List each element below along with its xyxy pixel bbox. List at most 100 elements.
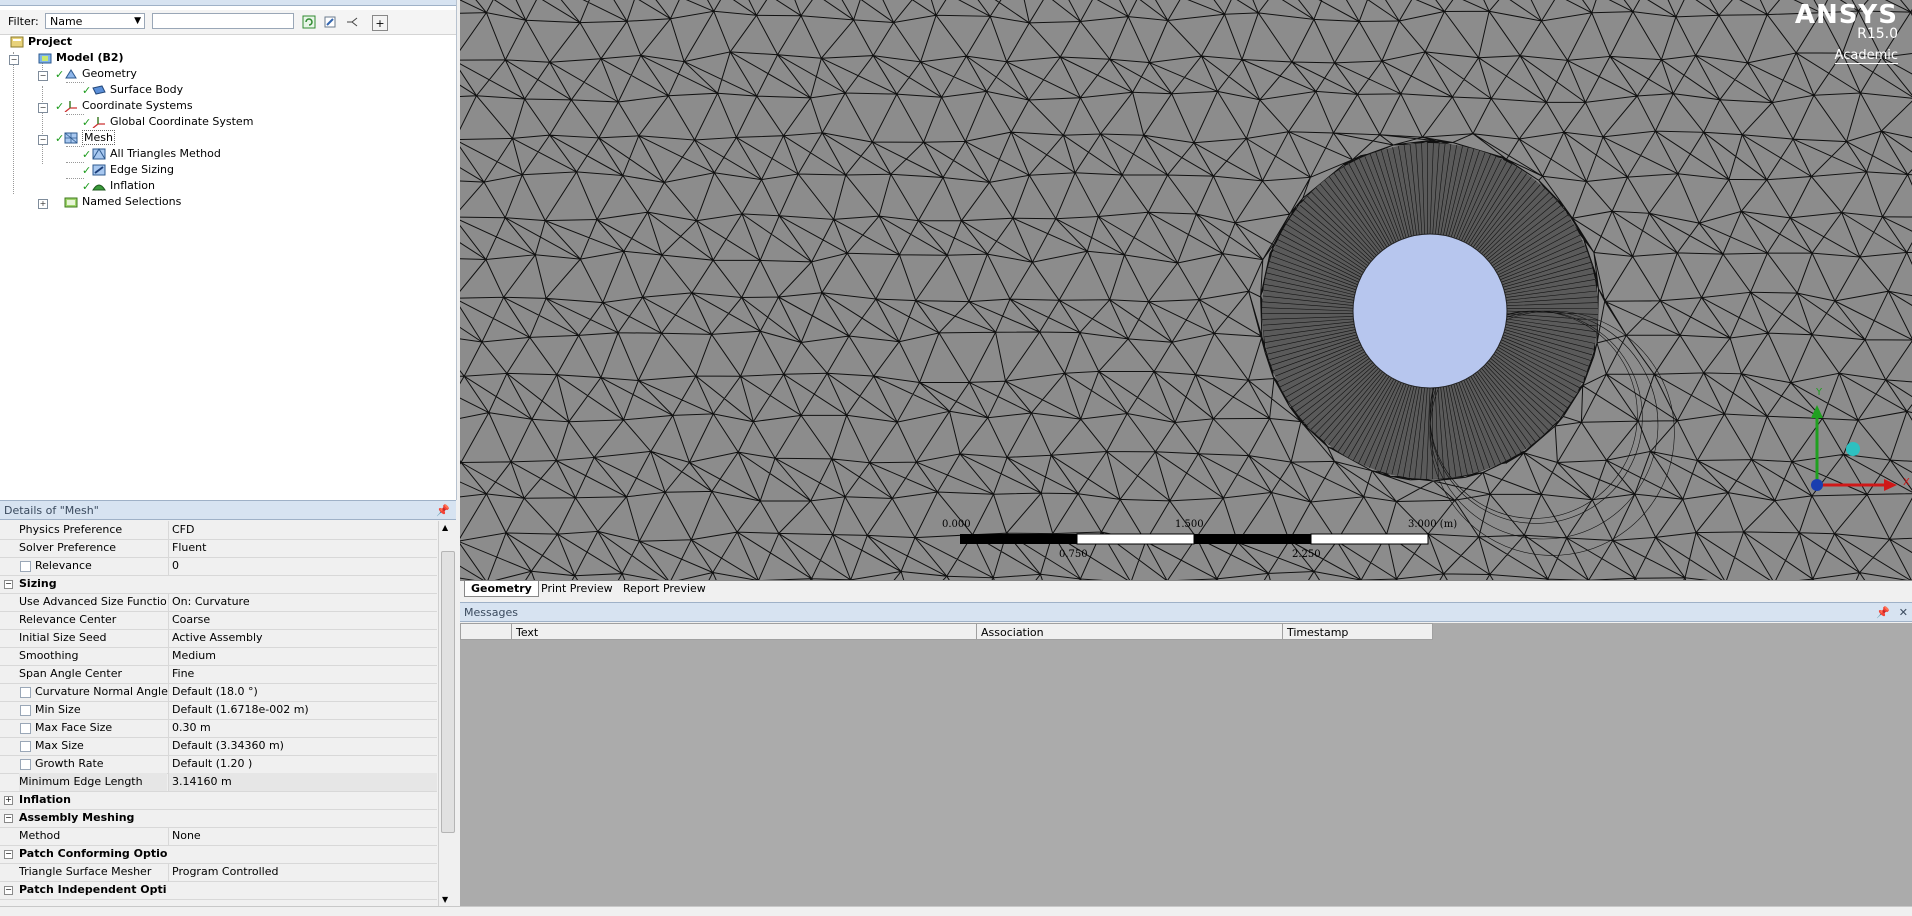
details-row[interactable]: Method None xyxy=(0,827,437,846)
details-row[interactable]: Curvature Normal Angle Default (18.0 °) xyxy=(0,683,437,702)
messages-title: Messages xyxy=(464,606,518,619)
messages-column-text[interactable]: Text xyxy=(512,623,977,640)
tree-item-label: Named Selections xyxy=(82,195,182,208)
pin-icon[interactable]: 📌 xyxy=(1876,603,1890,623)
collapse-icon[interactable]: − xyxy=(38,71,48,81)
messages-column-association[interactable]: Association xyxy=(977,623,1283,640)
parameter-checkbox[interactable] xyxy=(20,723,31,734)
tab-report-preview[interactable]: Report Preview xyxy=(617,581,712,596)
details-section-assembly-meshing[interactable]: − Assembly Meshing xyxy=(0,809,437,828)
expand-icon[interactable]: + xyxy=(38,199,48,209)
mesh-graphic xyxy=(460,0,1912,580)
filter-label: Filter: xyxy=(8,15,39,28)
details-section-patch-conforming[interactable]: − Patch Conforming Options xyxy=(0,845,437,864)
tree-item-label: Coordinate Systems xyxy=(82,99,193,112)
tree-item-mesh[interactable]: Mesh xyxy=(64,130,115,146)
mesh-icon xyxy=(64,132,78,144)
checkmark-icon: ✓ xyxy=(82,180,92,193)
outline-header: ▴ xyxy=(0,0,456,6)
messages-list: Text Association Timestamp xyxy=(460,623,1912,906)
scroll-up-icon[interactable]: ▲ xyxy=(442,523,448,532)
parameter-checkbox[interactable] xyxy=(20,759,31,770)
scale-label: 2.250 xyxy=(1292,549,1321,560)
tree-item-label: Project xyxy=(28,35,73,48)
collapse-icon[interactable]: − xyxy=(9,55,19,65)
details-row[interactable]: Max Face Size 0.30 m xyxy=(0,719,437,738)
messages-column-icon[interactable] xyxy=(460,623,512,640)
geometry-icon xyxy=(65,69,77,79)
details-row[interactable]: Use Advanced Size Function On: Curvature xyxy=(0,593,437,612)
refresh-filter-button[interactable] xyxy=(300,13,318,31)
cylinder-hole xyxy=(1352,233,1508,389)
messages-column-timestamp[interactable]: Timestamp xyxy=(1283,623,1433,640)
scroll-down-icon[interactable]: ▼ xyxy=(442,895,448,904)
checkmark-icon: ✓ xyxy=(55,100,65,113)
named-selections-icon xyxy=(64,197,78,208)
expand-tree-button[interactable] xyxy=(344,13,362,31)
tree-item-named-selections[interactable]: Named Selections xyxy=(64,194,181,210)
details-section-inflation[interactable]: + Inflation xyxy=(0,791,437,810)
details-row[interactable]: Solver Preference Fluent xyxy=(0,539,437,558)
details-row[interactable]: Minimum Edge Length 3.14160 m xyxy=(0,773,437,792)
details-section-patch-independent[interactable]: −Patch Independent Options xyxy=(0,881,437,900)
collapse-icon: − xyxy=(4,885,13,895)
tree-filter-button[interactable] xyxy=(322,13,340,31)
tree-item-surface-body[interactable]: Surface Body xyxy=(92,82,183,98)
expand-icon: + xyxy=(4,795,13,805)
sizing-icon xyxy=(92,164,106,176)
tree-item-all-triangles-method[interactable]: All Triangles Method xyxy=(92,146,221,162)
collapse-icon[interactable]: − xyxy=(38,103,48,113)
tree-item-label: Geometry xyxy=(82,67,137,80)
details-header: Details of "Mesh" 📌 xyxy=(0,500,456,520)
filter-tree-icon xyxy=(324,16,336,28)
details-row[interactable]: Max Size Default (3.34360 m) xyxy=(0,737,437,756)
scale-label: 0.000 xyxy=(942,519,971,530)
tree-item-label: Model (B2) xyxy=(56,51,124,64)
tree-item-global-coordinate-system[interactable]: Global Coordinate System xyxy=(92,114,253,130)
details-row[interactable]: Relevance Center Coarse xyxy=(0,611,437,630)
details-row[interactable]: Smoothing Medium xyxy=(0,647,437,666)
inflation-icon xyxy=(92,184,106,191)
coordinate-system-icon xyxy=(92,117,105,128)
parameter-checkbox[interactable] xyxy=(20,687,31,698)
viewport-tabs: Geometry Print Preview Report Preview xyxy=(460,580,1912,597)
parameter-checkbox[interactable] xyxy=(20,561,31,572)
details-section-sizing[interactable]: − Sizing xyxy=(0,575,437,594)
scale-label: 1.500 xyxy=(1175,519,1204,530)
axis-label-y: Y xyxy=(1816,387,1823,398)
close-icon[interactable]: ✕ xyxy=(1899,603,1908,623)
tree-item-edge-sizing[interactable]: Edge Sizing xyxy=(92,162,174,178)
add-filter-button[interactable]: + xyxy=(372,15,388,31)
checkmark-icon: ✓ xyxy=(82,148,92,161)
tab-print-preview[interactable]: Print Preview xyxy=(535,581,619,596)
details-row[interactable]: Growth Rate Default (1.20 ) xyxy=(0,755,437,774)
surface-body-icon xyxy=(92,85,106,95)
details-row[interactable]: Relevance 0 xyxy=(0,557,437,576)
details-row[interactable]: Triangle Surface Mesher Program Controlle… xyxy=(0,863,437,882)
outline-panel: ▴ Filter: Name ▼ + Project − xyxy=(0,0,457,500)
details-row[interactable]: Span Angle Center Fine xyxy=(0,665,437,684)
parameter-checkbox[interactable] xyxy=(20,741,31,752)
collapse-icon[interactable]: − xyxy=(38,135,48,145)
axis-label-x: X xyxy=(1903,477,1910,488)
parameter-checkbox[interactable] xyxy=(20,705,31,716)
details-scrollbar[interactable]: ▲ ▼ xyxy=(438,521,456,906)
tree-item-inflation[interactable]: Inflation xyxy=(92,178,155,194)
model-icon xyxy=(38,53,52,64)
scroll-thumb[interactable] xyxy=(441,551,455,833)
tab-geometry[interactable]: Geometry xyxy=(464,581,539,597)
tree-item-model[interactable]: Model (B2) xyxy=(38,50,124,66)
filter-type-select[interactable]: Name ▼ xyxy=(45,13,145,29)
pin-icon[interactable]: 📌 xyxy=(436,501,450,521)
project-icon xyxy=(10,36,24,48)
tree-item-project[interactable]: Project xyxy=(10,34,72,50)
tree-item-geometry[interactable]: Geometry xyxy=(64,66,137,82)
graphics-viewport[interactable]: 0.000 1.500 3.000 (m) 0.750 2.250 Y X AN… xyxy=(460,0,1912,580)
tree-item-coordinate-systems[interactable]: Coordinate Systems xyxy=(64,98,193,114)
filter-search-input[interactable] xyxy=(152,13,294,29)
details-row[interactable]: Initial Size Seed Active Assembly xyxy=(0,629,437,648)
details-row[interactable]: Physics Preference CFD xyxy=(0,521,437,540)
filter-type-value: Name xyxy=(50,15,83,28)
scale-label: 0.750 xyxy=(1059,549,1088,560)
details-row[interactable]: Min Size Default (1.6718e-002 m) xyxy=(0,701,437,720)
